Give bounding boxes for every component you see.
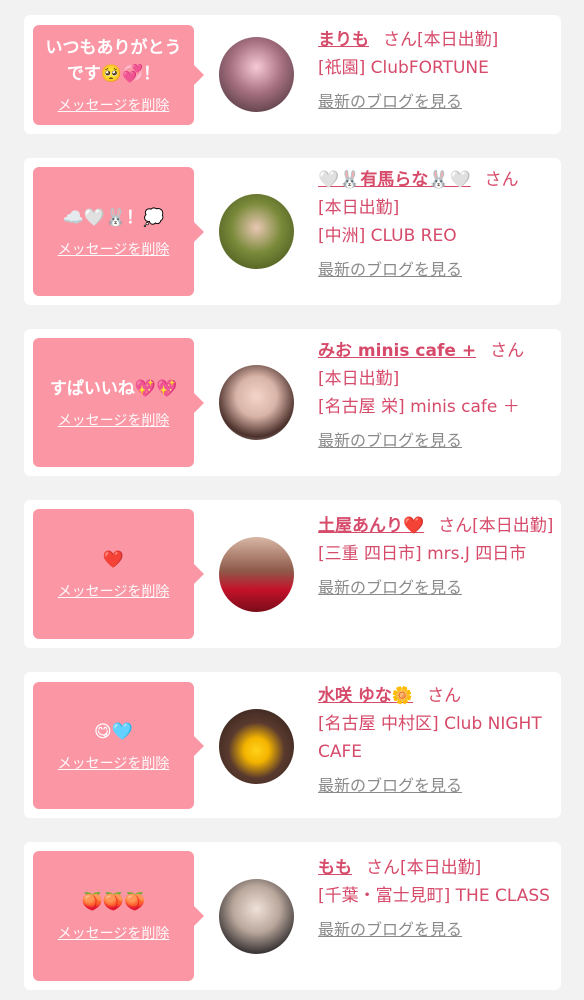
cast-info: まりも さん[本日出勤] [祇園] ClubFORTUNE 最新のブログを見る — [318, 26, 556, 112]
shop-text: [三重 四日市] mrs.J 四日市 — [318, 544, 527, 564]
message-bubble: ☁️🤍🐰！💭 メッセージを削除 — [33, 167, 204, 296]
shop-text: [名古屋 栄] minis cafe ＋ — [318, 397, 520, 417]
message-bubble: すぱいいね💖💖 メッセージを削除 — [33, 338, 204, 467]
delete-message-link[interactable]: メッセージを削除 — [58, 923, 170, 943]
shop-text: [千葉・富士見町] THE CLASS — [318, 886, 550, 906]
message-card: いつもありがとうです🥺💞！ メッセージを削除 まりも さん[本日出勤] [祇園] … — [24, 15, 561, 134]
blog-link[interactable]: 最新のブログを見る — [318, 916, 556, 940]
blog-link[interactable]: 最新のブログを見る — [318, 256, 556, 280]
avatar[interactable] — [219, 194, 294, 269]
message-text: 🍑🍑🍑 — [81, 892, 146, 912]
honorific: さん — [427, 686, 462, 706]
avatar[interactable] — [219, 709, 294, 784]
cast-info: 🤍🐰有馬らな🐰🤍 さん [本日出勤] [中洲] CLUB REO 最新のブログを見… — [318, 166, 556, 280]
cast-info: もも さん[本日出勤] [千葉・富士見町] THE CLASS 最新のブログを見る — [318, 854, 556, 940]
message-bubble: 🍑🍑🍑 メッセージを削除 — [33, 851, 204, 981]
honorific: さん — [438, 516, 473, 536]
blog-link[interactable]: 最新のブログを見る — [318, 574, 556, 598]
cast-info: 土屋あんり❤️ さん[本日出勤] [三重 四日市] mrs.J 四日市 最新のブロ… — [318, 512, 556, 598]
message-card: ❤️ メッセージを削除 土屋あんり❤️ さん[本日出勤] [三重 四日市] mrs… — [24, 500, 561, 648]
avatar[interactable] — [219, 537, 294, 612]
message-text: すぱいいね💖💖 — [49, 378, 178, 399]
cast-name-link[interactable]: みお minis cafe + — [318, 341, 476, 361]
message-card: 🍑🍑🍑 メッセージを削除 もも さん[本日出勤] [千葉・富士見町] THE CL… — [24, 842, 561, 990]
status-text: [本日出勤] — [400, 858, 482, 878]
honorific: さん — [490, 341, 525, 361]
message-text: ❤️ — [102, 550, 125, 570]
message-card: ☁️🤍🐰！💭 メッセージを削除 🤍🐰有馬らな🐰🤍 さん [本日出勤] [中洲] C… — [24, 158, 561, 305]
cast-info: みお minis cafe + さん [本日出勤] [名古屋 栄] minis c… — [318, 337, 556, 451]
message-card: 😋🩵 メッセージを削除 水咲 ゆな🌼 さん [名古屋 中村区] Club NIGH… — [24, 672, 561, 818]
cast-name-link[interactable]: まりも — [318, 30, 369, 50]
delete-message-link[interactable]: メッセージを削除 — [58, 410, 170, 430]
message-text: いつもありがとうです🥺💞！ — [45, 38, 182, 84]
message-text: ☁️🤍🐰！💭 — [62, 207, 165, 228]
delete-message-link[interactable]: メッセージを削除 — [58, 753, 170, 773]
shop-text: [中洲] CLUB REO — [318, 226, 457, 246]
cast-name-link[interactable]: 🤍🐰有馬らな🐰🤍 — [318, 170, 471, 190]
cast-name-link[interactable]: 土屋あんり❤️ — [318, 516, 424, 536]
honorific: さん — [484, 170, 519, 190]
avatar[interactable] — [219, 365, 294, 440]
honorific: さん — [383, 30, 417, 50]
cast-name-link[interactable]: もも — [318, 858, 352, 878]
delete-message-link[interactable]: メッセージを削除 — [58, 581, 170, 601]
cast-info: 水咲 ゆな🌼 さん [名古屋 中村区] Club NIGHT CAFE 最新のブロ… — [318, 682, 556, 796]
cast-name-link[interactable]: 水咲 ゆな🌼 — [318, 686, 413, 706]
honorific: さん — [366, 858, 400, 878]
message-list: いつもありがとうです🥺💞！ メッセージを削除 まりも さん[本日出勤] [祇園] … — [0, 0, 584, 1000]
message-card: すぱいいね💖💖 メッセージを削除 みお minis cafe + さん [本日出勤… — [24, 329, 561, 476]
avatar[interactable] — [219, 37, 294, 112]
message-text: 😋🩵 — [94, 721, 133, 742]
shop-text: [祇園] ClubFORTUNE — [318, 58, 489, 78]
blog-link[interactable]: 最新のブログを見る — [318, 88, 556, 112]
blog-link[interactable]: 最新のブログを見る — [318, 772, 556, 796]
status-text: [本日出勤] — [417, 30, 499, 50]
status-text: [本日出勤] — [472, 516, 554, 536]
message-bubble: ❤️ メッセージを削除 — [33, 509, 204, 639]
blog-link[interactable]: 最新のブログを見る — [318, 427, 556, 451]
message-bubble: 😋🩵 メッセージを削除 — [33, 682, 204, 809]
delete-message-link[interactable]: メッセージを削除 — [58, 95, 170, 115]
shop-text: [名古屋 中村区] Club NIGHT CAFE — [318, 714, 542, 762]
delete-message-link[interactable]: メッセージを削除 — [58, 239, 170, 259]
status-text: [本日出勤] — [318, 198, 400, 218]
message-bubble: いつもありがとうです🥺💞！ メッセージを削除 — [33, 25, 204, 125]
status-text: [本日出勤] — [318, 369, 400, 389]
avatar[interactable] — [219, 879, 294, 954]
